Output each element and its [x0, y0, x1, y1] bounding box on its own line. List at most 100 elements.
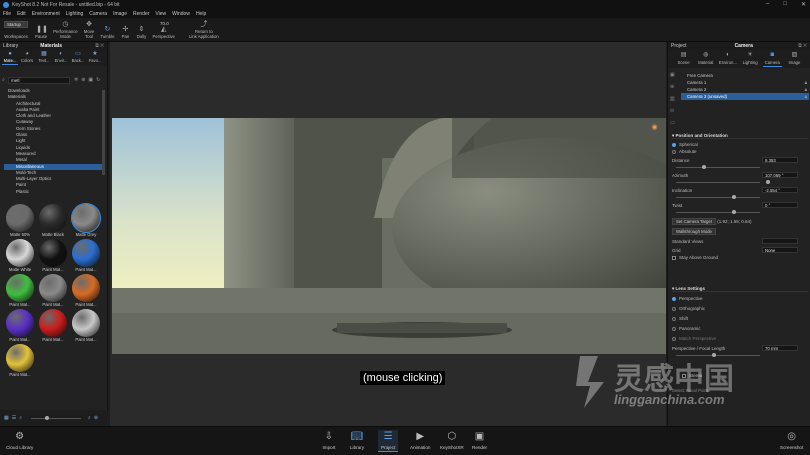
menu-image[interactable]: Image	[113, 11, 127, 17]
screenshot-button[interactable]: ◎ Screenshot	[780, 430, 803, 451]
menu-camera[interactable]: Camera	[89, 11, 107, 17]
twist-field[interactable]: 0 °	[762, 202, 798, 208]
upload-icon[interactable]: ⊕	[94, 415, 98, 421]
material-swatch[interactable]: Paint Mat...	[4, 274, 36, 308]
lens-panoramic-radio[interactable]: Panoramic	[672, 325, 808, 332]
material-swatch[interactable]: Paint Mat...	[70, 239, 102, 273]
camera-item-free[interactable]: Free Camera	[681, 72, 809, 79]
material-swatch[interactable]: Matte Grey	[70, 203, 102, 238]
tree-item[interactable]: Plastic	[4, 189, 102, 195]
material-swatch[interactable]: Paint Mat...	[37, 239, 69, 273]
cloud-library-button[interactable]: ⚙ Cloud Library	[6, 430, 33, 451]
search-input[interactable]	[8, 76, 70, 84]
grid-view-icon[interactable]: ▦	[4, 415, 9, 421]
tree-scrollbar[interactable]	[102, 90, 105, 175]
slider-knob[interactable]	[45, 415, 50, 420]
material-preview-ball[interactable]	[39, 274, 67, 302]
material-preview-ball[interactable]	[6, 274, 34, 302]
azimuth-slider[interactable]	[672, 179, 808, 185]
render-region-icon[interactable]: ◉	[649, 122, 660, 133]
tab-materials[interactable]: ● Mate...	[2, 51, 18, 65]
dolly-button[interactable]: ⇕ Dolly	[136, 26, 147, 41]
menu-edit[interactable]: Edit	[17, 11, 26, 17]
menu-view[interactable]: View	[155, 11, 166, 17]
perspective-button[interactable]: ◭ Perspective	[152, 26, 174, 41]
grid-dropdown[interactable]: None	[762, 247, 798, 253]
azimuth-field[interactable]: 107.069 °	[762, 172, 798, 178]
maximize-icon[interactable]: □	[783, 1, 787, 8]
camera-delete-icon[interactable]: ▥	[670, 96, 678, 102]
material-swatch[interactable]: Paint Mat...	[70, 274, 102, 308]
workspace-dropdown[interactable]: Startup	[4, 21, 28, 28]
material-swatch[interactable]: Paint Mat...	[37, 309, 69, 343]
keyshotxr-button[interactable]: ⬡ KeyShotXR	[440, 430, 464, 451]
menu-render[interactable]: Render	[133, 11, 149, 17]
standard-views-dropdown[interactable]	[762, 238, 798, 244]
tab-textures[interactable]: ▦ Text...	[36, 51, 52, 65]
menu-window[interactable]: Window	[172, 11, 190, 17]
twist-slider[interactable]	[672, 209, 808, 215]
menu-lighting[interactable]: Lighting	[66, 11, 84, 17]
menu-file[interactable]: File	[3, 11, 11, 17]
material-preview-ball[interactable]	[72, 309, 100, 337]
focal-length-field[interactable]: 70 mm	[762, 345, 798, 351]
render-button[interactable]: ▣ Render	[472, 430, 487, 451]
camera-item-2[interactable]: Camera 2 🔒︎	[681, 86, 809, 93]
walkthrough-mode-button[interactable]: Walkthrough Mode	[672, 228, 716, 235]
camera-add-icon[interactable]: ▣	[670, 72, 678, 78]
material-preview-ball[interactable]	[6, 239, 34, 267]
material-preview-ball[interactable]	[72, 274, 100, 302]
spherical-radio[interactable]: Spherical	[672, 141, 808, 148]
tab-environments[interactable]: ◐ Envir...	[53, 51, 69, 65]
material-swatch[interactable]: Matte Black	[37, 204, 69, 238]
material-preview-ball[interactable]	[39, 309, 67, 337]
inclination-slider[interactable]	[672, 194, 808, 200]
material-preview-ball[interactable]	[6, 309, 34, 337]
pause-button[interactable]: ❚❚ Pause	[35, 26, 48, 41]
tab-camera[interactable]: ◙ Camera	[762, 51, 782, 67]
material-swatch[interactable]: Paint Mat...	[4, 309, 36, 343]
animation-button[interactable]: ▶ Animation	[410, 430, 430, 451]
add-icon[interactable]: ⊕	[81, 77, 85, 83]
material-preview-ball[interactable]	[6, 204, 34, 232]
tab-backplates[interactable]: ▭ Back...	[70, 51, 86, 65]
tab-image[interactable]: ▨ Image	[785, 51, 804, 67]
tab-favorites[interactable]: ★ Favo...	[87, 51, 103, 65]
stay-above-ground-checkbox[interactable]: Stay Above Ground	[672, 254, 808, 261]
tab-environment[interactable]: ◐ Environ...	[718, 51, 737, 67]
lock-icon[interactable]: 🔒︎	[805, 93, 807, 100]
project-button[interactable]: ☰ Project	[378, 430, 399, 452]
material-preview-ball[interactable]	[72, 239, 100, 267]
performance-mode-button[interactable]: ◷ Performance Mode	[53, 21, 78, 41]
material-preview-ball[interactable]	[6, 344, 34, 372]
distance-slider[interactable]	[672, 164, 808, 170]
inclination-field[interactable]: -2.554 °	[762, 187, 798, 193]
camera-save-icon[interactable]: ⊕	[670, 84, 678, 90]
menu-environment[interactable]: Environment	[32, 11, 60, 17]
material-swatch[interactable]: Paint Mat...	[70, 309, 102, 343]
return-to-link-button[interactable]: ⤴ Return to Link Application	[189, 21, 219, 41]
import-button[interactable]: ⇩ Import	[322, 430, 336, 451]
refresh-icon[interactable]: ↻	[96, 77, 100, 83]
camera-lock-icon[interactable]: ⊙	[670, 108, 678, 114]
section-title[interactable]: ▾ Position and Orientation	[672, 132, 808, 139]
camera-settings-icon[interactable]: ▭	[670, 120, 678, 126]
close-icon[interactable]: ✕	[801, 1, 806, 8]
pan-button[interactable]: ✢ Pan	[120, 26, 130, 41]
camera-item-3[interactable]: Camera 3 (unsaved) 🔒︎	[681, 93, 809, 100]
library-button[interactable]: 📖︎ Library	[350, 430, 364, 451]
tab-material[interactable]: ◍ Material	[696, 51, 715, 67]
lock-icon[interactable]: 🔒︎	[805, 86, 807, 93]
thumbnail-size-slider[interactable]	[31, 415, 82, 420]
zoom-in-icon[interactable]: ⌕	[88, 415, 91, 421]
material-preview-ball[interactable]	[71, 203, 101, 233]
tab-lighting[interactable]: ☀ Lighting	[741, 51, 760, 67]
zoom-value[interactable]: 70.0	[160, 21, 169, 26]
material-preview-ball[interactable]	[39, 204, 67, 232]
panel-controls-icon[interactable]: ⧉ ✕	[95, 43, 104, 49]
material-preview-ball[interactable]	[39, 239, 67, 267]
zoom-out-icon[interactable]: ⌕	[19, 415, 22, 421]
lens-perspective-radio[interactable]: Perspective	[672, 295, 808, 302]
material-swatch[interactable]: Paint Mat...	[4, 344, 36, 378]
camera-item-1[interactable]: Camera 1 🔒︎	[681, 79, 809, 86]
